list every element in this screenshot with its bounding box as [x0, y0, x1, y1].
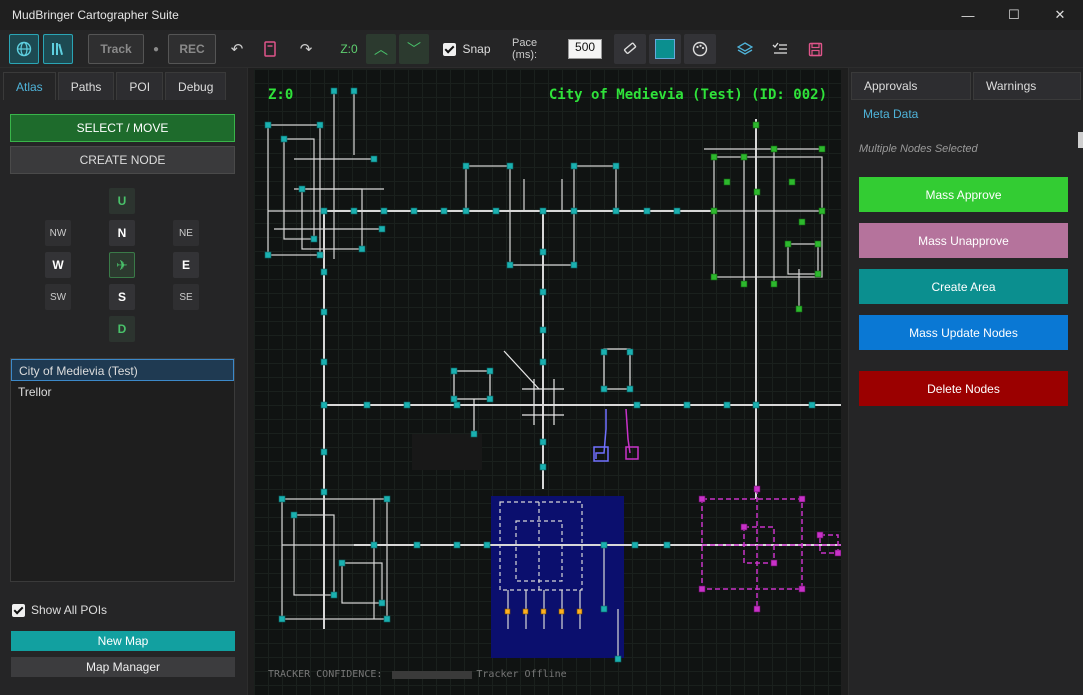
tab-poi[interactable]: POI	[116, 72, 164, 100]
snap-label: Snap	[462, 42, 491, 56]
map-list: City of Medievia (Test) Trellor	[10, 358, 235, 582]
z-up-icon[interactable]: ︿	[366, 34, 396, 64]
dir-up-button[interactable]: U	[109, 188, 135, 214]
color-swatch-icon	[655, 39, 675, 59]
tab-warnings[interactable]: Warnings	[973, 72, 1081, 100]
map-graph[interactable]	[254, 69, 841, 695]
dir-sw-button[interactable]: SW	[45, 284, 71, 310]
map-z-level: Z:0	[268, 87, 294, 103]
list-item[interactable]: Trellor	[11, 381, 234, 403]
tracker-label: TRACKER CONFIDENCE:	[268, 669, 383, 680]
delete-nodes-button[interactable]: Delete Nodes	[859, 371, 1068, 406]
checkbox-checked-icon	[12, 603, 25, 617]
close-button[interactable]: ✕	[1037, 0, 1083, 30]
library-icon[interactable]	[43, 34, 73, 64]
show-all-pois-checkbox[interactable]: Show All POIs	[12, 603, 107, 617]
maximize-button[interactable]: ☐	[991, 0, 1037, 30]
dir-se-button[interactable]: SE	[173, 284, 199, 310]
map-title: City of Medievia (Test) (ID: 002)	[548, 87, 827, 103]
title-bar: MudBringer Cartographer Suite — ☐ ✕	[0, 0, 1083, 30]
dir-n-button[interactable]: N	[109, 220, 135, 246]
pace-label: Pace (ms):	[512, 37, 538, 61]
redo-icon[interactable]: ↷	[291, 34, 321, 64]
tab-meta-data[interactable]: Meta Data	[851, 100, 971, 128]
map-canvas[interactable]: Z:0 City of Medievia (Test) (ID: 002) TR…	[254, 69, 841, 695]
dir-nw-button[interactable]: NW	[45, 220, 71, 246]
left-panel: Atlas Paths POI Debug SELECT / MOVE CREA…	[0, 68, 248, 695]
pace-input[interactable]: 500	[568, 39, 602, 59]
undo-icon[interactable]: ↶	[222, 34, 252, 64]
pace-field: Pace (ms): 500	[512, 34, 602, 64]
status-dot: ●	[152, 43, 160, 55]
save-icon[interactable]	[800, 34, 830, 64]
mass-approve-button[interactable]: Mass Approve	[859, 177, 1068, 212]
tracker-status-text: Tracker Offline	[476, 669, 567, 680]
show-all-pois-label: Show All POIs	[31, 603, 108, 617]
dir-w-button[interactable]: W	[45, 252, 71, 278]
right-panel: Approvals Warnings Meta Data Multiple No…	[848, 68, 1083, 695]
right-tabs: Approvals Warnings Meta Data	[851, 72, 1083, 128]
dir-ne-button[interactable]: NE	[173, 220, 199, 246]
mass-update-nodes-button[interactable]: Mass Update Nodes	[859, 315, 1068, 350]
tracker-confidence-bar	[392, 670, 473, 679]
color-swatch-button[interactable]	[649, 34, 681, 64]
app-title: MudBringer Cartographer Suite	[12, 8, 179, 22]
track-button[interactable]: Track	[88, 34, 144, 64]
snap-checkbox[interactable]: Snap	[442, 34, 492, 64]
scrollbar[interactable]	[1078, 132, 1083, 148]
tracker-status: TRACKER CONFIDENCE: Tracker Offline	[268, 669, 567, 680]
window-controls: — ☐ ✕	[945, 0, 1083, 30]
selection-status: Multiple Nodes Selected	[859, 143, 978, 155]
list-item[interactable]: City of Medievia (Test)	[11, 359, 234, 381]
bookmark-icon[interactable]	[255, 34, 285, 64]
dir-down-button[interactable]: D	[109, 316, 135, 342]
create-area-button[interactable]: Create Area	[859, 269, 1068, 304]
checkbox-checked-icon	[443, 42, 457, 56]
rec-button[interactable]: REC	[168, 34, 216, 64]
new-map-button[interactable]: New Map	[11, 631, 235, 651]
dir-s-button[interactable]: S	[109, 284, 135, 310]
tab-debug[interactable]: Debug	[165, 72, 227, 100]
layers-icon[interactable]	[730, 34, 760, 64]
z-down-icon[interactable]: ﹀	[399, 34, 429, 64]
approve-list-icon[interactable]	[765, 34, 795, 64]
select-move-button[interactable]: SELECT / MOVE	[10, 114, 235, 142]
minimize-button[interactable]: —	[945, 0, 991, 30]
tab-approvals[interactable]: Approvals	[851, 72, 971, 100]
mass-unapprove-button[interactable]: Mass Unapprove	[859, 223, 1068, 258]
map-manager-button[interactable]: Map Manager	[11, 657, 235, 677]
toolbar: Track ● REC ↶ ↷ Z:0 ︿ ﹀ Snap Pace (ms): …	[0, 30, 1083, 68]
tab-atlas[interactable]: Atlas	[3, 72, 56, 100]
airplane-icon[interactable]: ✈	[109, 252, 135, 278]
create-node-button[interactable]: CREATE NODE	[10, 146, 235, 174]
dir-e-button[interactable]: E	[173, 252, 199, 278]
left-tabs: Atlas Paths POI Debug	[3, 72, 228, 100]
tab-paths[interactable]: Paths	[57, 72, 115, 100]
eraser-icon[interactable]	[614, 34, 646, 64]
palette-icon[interactable]	[684, 34, 716, 64]
globe-icon[interactable]	[9, 34, 39, 64]
z-level-label: Z:0	[340, 42, 358, 56]
